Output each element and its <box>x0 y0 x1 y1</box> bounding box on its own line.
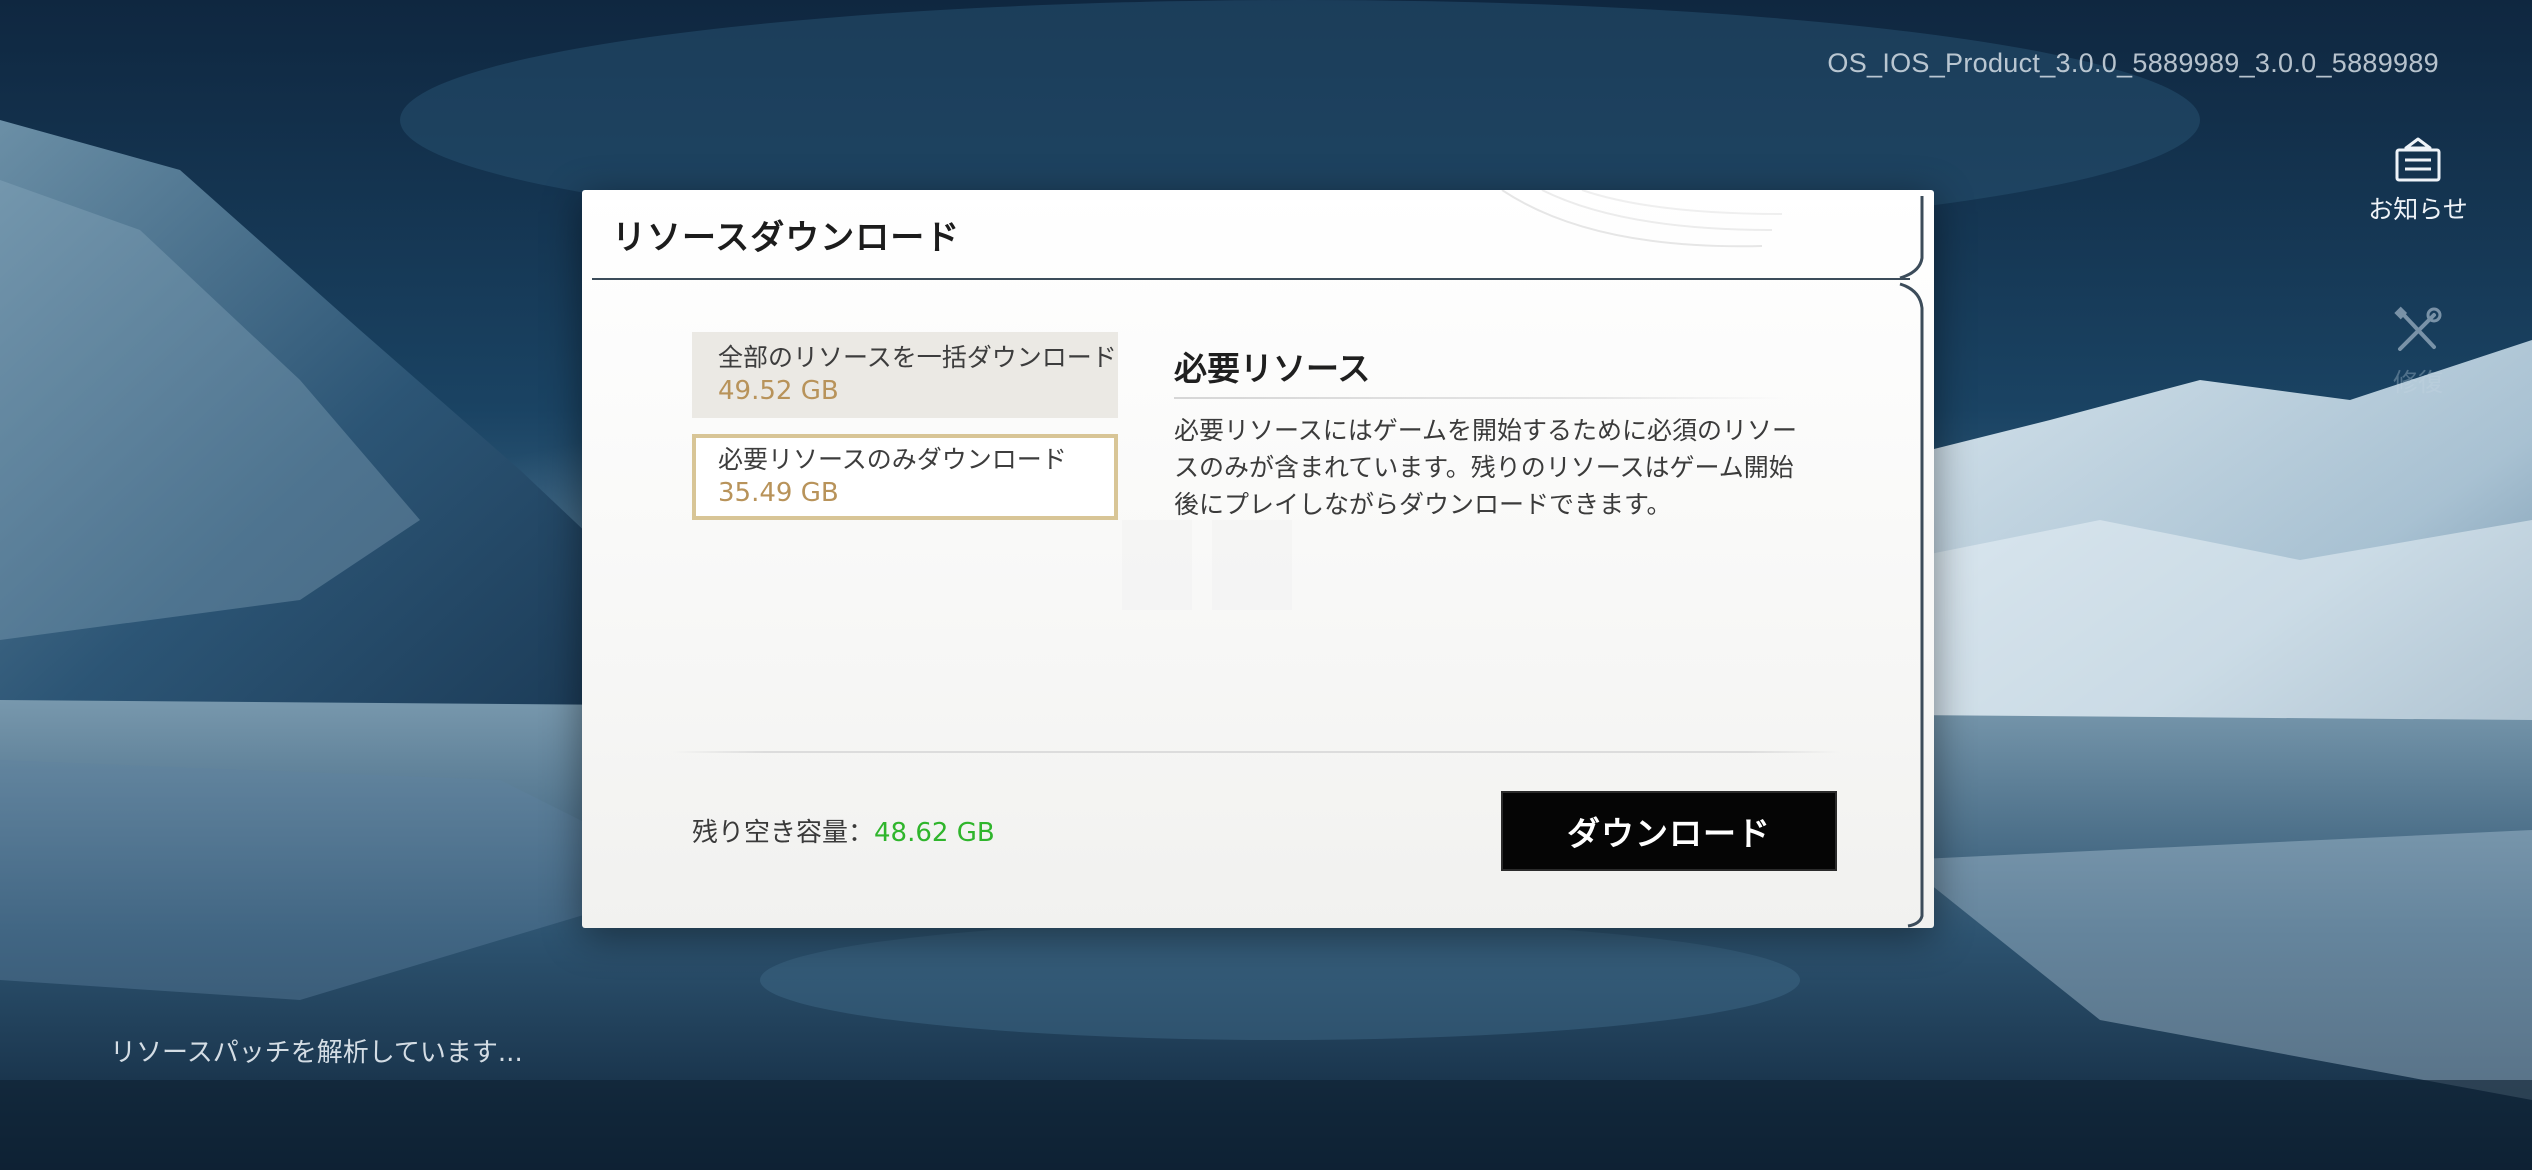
free-space: 残り空き容量：48.62 GB <box>692 812 995 849</box>
description-text: 必要リソースにはゲームを開始するために必須のリソースのみが含まれています。残りの… <box>1174 416 1798 519</box>
description-divider <box>1174 397 1784 399</box>
option-download-required[interactable]: 必要リソースのみダウンロード 35.49 GB <box>692 434 1118 520</box>
description-title: 必要リソース <box>1174 349 1371 388</box>
free-space-value: 48.62 GB <box>874 818 995 848</box>
option-download-all[interactable]: 全部のリソースを一括ダウンロード 49.52 GB <box>692 332 1118 418</box>
notice-label: お知らせ <box>2368 195 2468 224</box>
option-download-required-label: 必要リソースのみダウンロード <box>718 445 1067 474</box>
status-message: リソースパッチを解析しています... <box>110 1038 523 1068</box>
notice-tray-icon <box>2348 136 2488 184</box>
build-version: OS_IOS_Product_3.0.0_5889989_3.0.0_58899… <box>1827 48 2439 78</box>
option-download-required-size: 35.49 GB <box>718 478 839 508</box>
dialog-title: リソースダウンロード <box>612 218 961 258</box>
free-space-label: 残り空き容量： <box>692 818 875 848</box>
option-download-all-label: 全部のリソースを一括ダウンロード <box>718 343 1117 372</box>
wrench-screwdriver-icon <box>2348 305 2488 357</box>
footer-divider <box>672 751 1840 753</box>
resource-download-dialog: リソースダウンロード 全部のリソースを一括ダウンロード 49.52 GB 必要リ… <box>582 190 1934 928</box>
repair-label: 修復 <box>2392 368 2443 397</box>
title-divider <box>592 278 1910 280</box>
option-download-all-size: 49.52 GB <box>718 376 839 406</box>
notice-button[interactable]: お知らせ <box>2348 136 2488 226</box>
download-button[interactable]: ダウンロード <box>1501 791 1837 871</box>
repair-button[interactable]: 修復 <box>2348 305 2488 399</box>
